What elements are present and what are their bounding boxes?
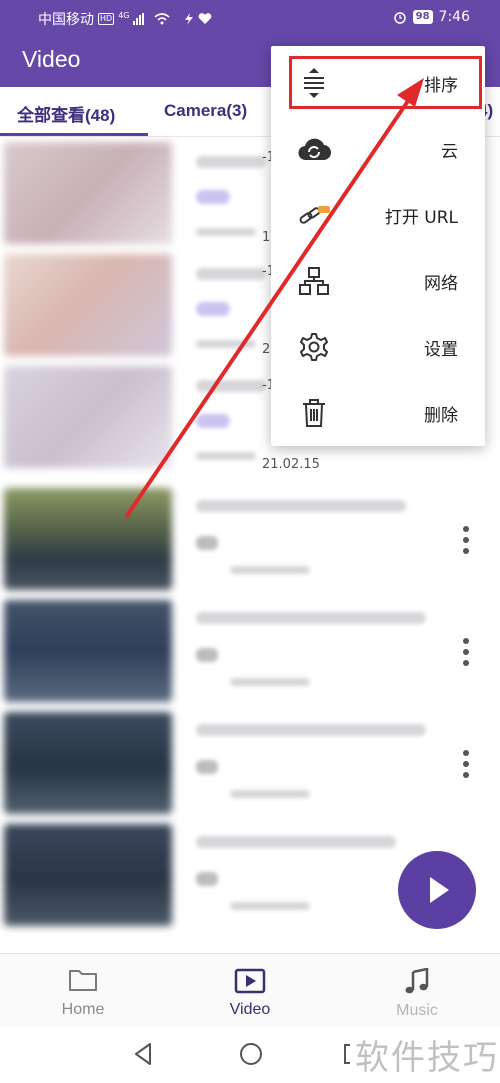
active-tab-indicator bbox=[0, 133, 148, 136]
signal-icon bbox=[133, 13, 145, 25]
video-thumbnail bbox=[4, 366, 172, 468]
list-item[interactable] bbox=[0, 708, 500, 820]
annotation-highlight-box bbox=[289, 56, 482, 109]
link-icon bbox=[297, 199, 331, 231]
music-note-icon bbox=[404, 967, 430, 1000]
list-text-fragment: 1 bbox=[262, 230, 271, 245]
trash-icon bbox=[297, 397, 331, 429]
tab-all[interactable]: 全部查看(48) bbox=[17, 101, 115, 126]
more-options-icon[interactable] bbox=[456, 520, 476, 560]
recents-icon[interactable] bbox=[342, 1041, 356, 1071]
more-options-icon[interactable] bbox=[456, 744, 476, 784]
menu-item-label: 打开 URL bbox=[384, 208, 458, 228]
list-text-fragment: 2 bbox=[262, 342, 271, 357]
app-title: Video bbox=[22, 46, 81, 72]
video-play-icon bbox=[234, 968, 266, 998]
menu-item-label: 网络 bbox=[424, 274, 458, 294]
home-circle-icon[interactable] bbox=[238, 1041, 264, 1071]
gear-icon bbox=[297, 331, 331, 363]
menu-item-open-url[interactable]: 打开 URL bbox=[271, 182, 485, 248]
video-thumbnail bbox=[4, 824, 172, 926]
alarm-icon bbox=[393, 12, 406, 24]
video-thumbnail bbox=[4, 142, 172, 244]
video-thumbnail bbox=[4, 488, 172, 590]
video-thumbnail bbox=[4, 254, 172, 356]
carrier-name: 中国移动 bbox=[38, 12, 94, 28]
tab-camera[interactable]: Camera(3) bbox=[164, 101, 247, 121]
menu-item-cloud[interactable]: 云 bbox=[271, 116, 485, 182]
nav-item-video[interactable]: Video bbox=[190, 954, 310, 1028]
menu-item-delete[interactable]: 删除 bbox=[271, 380, 485, 446]
watermark-text: 软件技巧 bbox=[355, 1038, 499, 1078]
list-item[interactable] bbox=[0, 484, 500, 596]
clock: 7:46 bbox=[438, 9, 470, 25]
play-icon bbox=[430, 877, 449, 903]
nav-label-home: Home bbox=[61, 1001, 105, 1018]
network-icon bbox=[297, 265, 331, 297]
cloud-sync-icon bbox=[297, 133, 331, 165]
video-thumbnail bbox=[4, 712, 172, 814]
heart-icon bbox=[199, 13, 212, 24]
battery-level: 98 bbox=[412, 10, 433, 24]
nav-label-music: Music bbox=[396, 1002, 438, 1019]
play-fab-button[interactable] bbox=[398, 851, 476, 929]
nav-item-home[interactable]: Home bbox=[23, 954, 143, 1028]
menu-item-settings[interactable]: 设置 bbox=[271, 314, 485, 380]
back-icon[interactable] bbox=[132, 1041, 154, 1071]
nav-item-music[interactable]: Music bbox=[357, 954, 477, 1028]
menu-item-network[interactable]: 网络 bbox=[271, 248, 485, 314]
date-fragment: 21.02.15 bbox=[262, 457, 320, 472]
nav-label-video: Video bbox=[229, 1001, 271, 1018]
status-bar: 中国移动 HD 4G 98 7:46 bbox=[0, 0, 500, 36]
hd-badge: HD bbox=[98, 13, 115, 25]
bolt-icon bbox=[185, 13, 194, 25]
menu-item-label: 设置 bbox=[424, 340, 458, 360]
list-item[interactable] bbox=[0, 596, 500, 708]
video-thumbnail bbox=[4, 600, 172, 702]
folder-icon bbox=[68, 968, 98, 996]
menu-item-label: 云 bbox=[441, 142, 458, 162]
more-options-icon[interactable] bbox=[456, 632, 476, 672]
network-type: 4G bbox=[118, 10, 130, 20]
bottom-navigation: Home Video Music bbox=[0, 953, 500, 1027]
wifi-icon bbox=[154, 13, 171, 25]
menu-item-label: 删除 bbox=[424, 406, 458, 426]
